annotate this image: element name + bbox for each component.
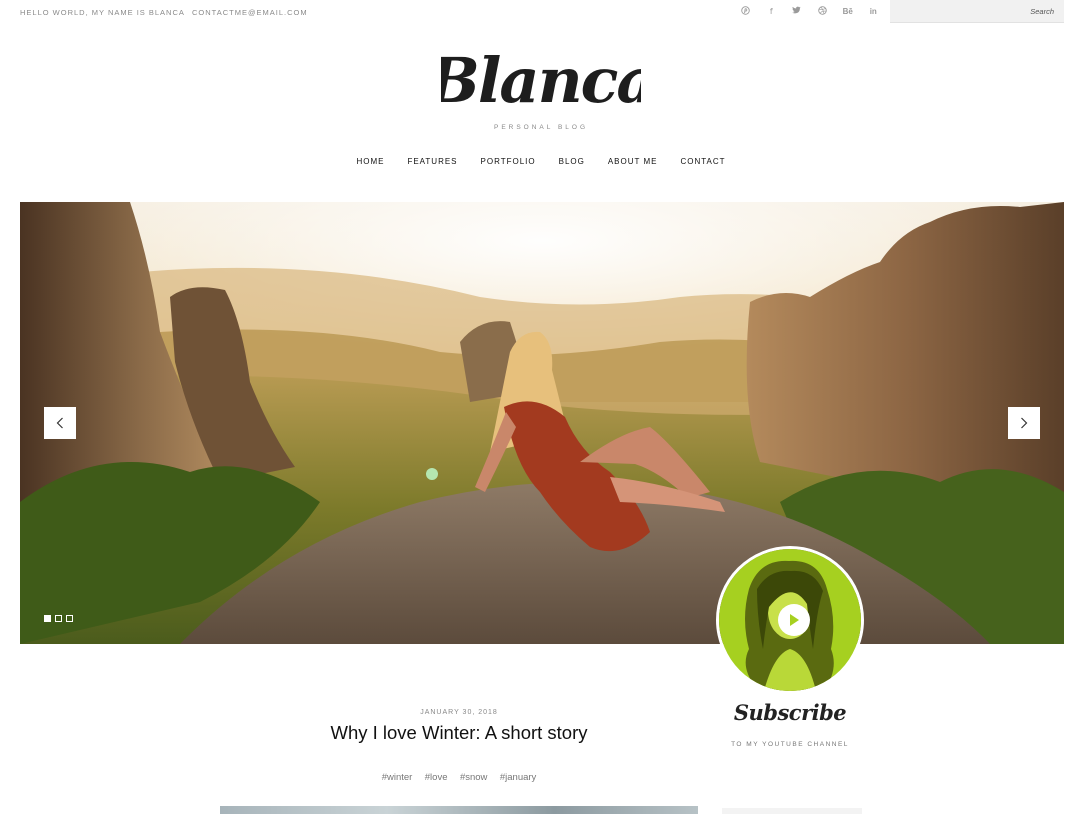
pinterest-icon[interactable] — [733, 6, 759, 18]
slider-next-button[interactable] — [1008, 407, 1040, 439]
slider-dot-2[interactable] — [55, 615, 62, 622]
chevron-left-icon — [56, 417, 63, 429]
subscribe-subtitle: TO MY YOUTUBE CHANNEL — [731, 741, 849, 748]
subscribe-title: Subscribe — [733, 700, 847, 725]
linkedin-icon[interactable]: in — [861, 6, 887, 18]
hero-slider[interactable] — [20, 202, 1064, 644]
post-date: JANUARY 30, 2018 — [420, 709, 498, 716]
main-nav: HOME FEATURES PORTFOLIO BLOG ABOUT ME CO… — [0, 157, 1082, 166]
nav-item-about-me[interactable]: ABOUT ME — [608, 157, 658, 166]
nav-item-blog[interactable]: BLOG — [559, 157, 585, 166]
hero-image — [20, 202, 1064, 644]
site-logo[interactable]: Blanca — [0, 40, 1082, 125]
behance-icon[interactable]: Bē — [835, 6, 861, 18]
twitter-icon[interactable] — [784, 6, 810, 18]
tag-link[interactable]: #january — [500, 772, 536, 783]
top-greeting: HELLO WORLD, MY NAME IS BLANCA — [20, 8, 185, 17]
nav-item-portfolio[interactable]: PORTFOLIO — [481, 157, 536, 166]
search-box — [890, 0, 1064, 23]
facebook-icon[interactable]: f — [759, 6, 785, 18]
nav-item-home[interactable]: HOME — [356, 157, 384, 166]
logo-text: Blanca — [441, 44, 641, 117]
tag-link[interactable]: #winter — [382, 772, 413, 783]
top-email-link[interactable]: CONTACTME@EMAIL.COM — [192, 8, 308, 17]
nav-item-contact[interactable]: CONTACT — [680, 157, 725, 166]
slider-dot-3[interactable] — [66, 615, 73, 622]
slider-dot-1[interactable] — [44, 615, 51, 622]
social-links: f Bē in — [733, 6, 886, 18]
tag-link[interactable]: #snow — [460, 772, 487, 783]
dribbble-icon[interactable] — [810, 6, 836, 18]
post-tags: #winter #love #snow #january — [220, 767, 698, 785]
play-icon — [790, 614, 799, 626]
chevron-right-icon — [1021, 417, 1028, 429]
top-bar: HELLO WORLD, MY NAME IS BLANCA CONTACTME… — [0, 0, 1082, 24]
logo-wordmark: Blanca — [441, 44, 641, 117]
nav-item-features[interactable]: FEATURES — [407, 157, 457, 166]
tag-link[interactable]: #love — [425, 772, 448, 783]
search-input[interactable] — [890, 0, 1064, 22]
slider-pagination — [44, 615, 77, 622]
logo-tagline: PERSONAL BLOG — [493, 124, 589, 131]
post-title[interactable]: Why I love Winter: A short story — [220, 722, 698, 744]
sidebar-widget — [722, 808, 862, 814]
post-featured-image[interactable] — [220, 806, 698, 814]
slider-prev-button[interactable] — [44, 407, 76, 439]
play-button[interactable] — [778, 604, 810, 636]
